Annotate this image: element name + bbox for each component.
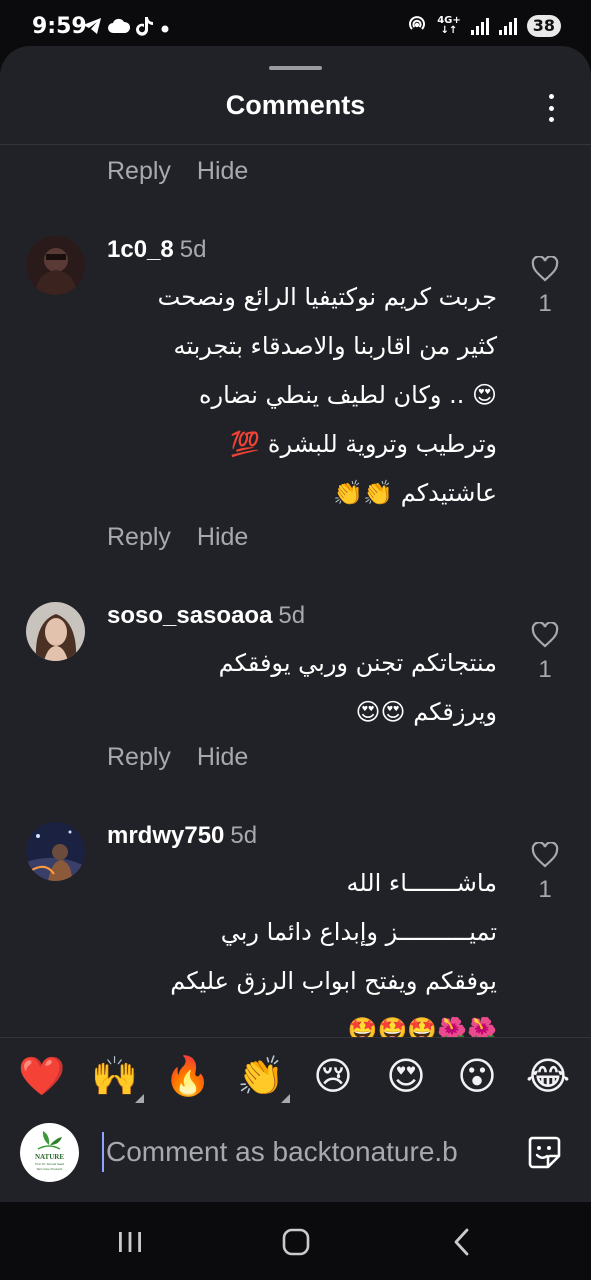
sticker-icon[interactable] — [526, 1134, 562, 1170]
back-icon[interactable] — [442, 1224, 482, 1260]
username[interactable]: soso_sasoaoa — [107, 602, 272, 629]
comments-list[interactable]: Reply Hide 1c0_8 5d جربت كريم نوكتيفيا ال… — [0, 145, 591, 1037]
like-count: 1 — [538, 876, 552, 903]
hotspot-icon — [407, 14, 427, 38]
like-count: 1 — [538, 656, 552, 683]
hide-button[interactable]: Hide — [197, 157, 248, 186]
comment-composer: NATURE Prof. Dr. Ahmed Saad Skin Care Pr… — [0, 1112, 591, 1202]
skin-tone-indicator — [281, 1094, 290, 1103]
brand-logo-text: NATURE — [34, 1153, 65, 1161]
skin-tone-indicator — [135, 1094, 144, 1103]
network-type: 4G+ ↓↑ — [437, 15, 461, 36]
comment-input[interactable] — [102, 1132, 512, 1172]
red-heart-emoji-button[interactable]: ❤️ — [17, 1051, 67, 1101]
hide-button[interactable]: Hide — [197, 743, 248, 772]
avatar[interactable] — [26, 602, 85, 661]
brand-subtext: Prof. Dr. Ahmed Saad — [34, 1162, 64, 1166]
comment-time: 5d — [278, 602, 306, 629]
avatar[interactable] — [26, 822, 85, 881]
clapping-emoji-button[interactable]: 👏 — [236, 1051, 290, 1103]
battery-badge: 38 — [526, 15, 561, 37]
comment-text: منتجاتكم تجنن وربي يوفقكم ويرزقكم 😍😍 — [218, 649, 497, 726]
surprised-emoji-button[interactable]: 😮 — [452, 1051, 502, 1101]
tiktok-icon — [136, 16, 154, 41]
crying-emoji-button[interactable]: 😢 — [308, 1051, 358, 1101]
cloud-icon — [108, 18, 131, 39]
sheet-title: Comments — [225, 90, 366, 120]
username[interactable]: mrdwy750 — [107, 822, 224, 849]
reply-button[interactable]: Reply — [107, 743, 171, 772]
comments-sheet: Comments Reply Hide 1c0_8 5d جربت كريم نو… — [0, 46, 591, 1202]
comment-text: جربت كريم نوكتيفيا الرائع ونصحت كثير من … — [157, 283, 497, 507]
fire-emoji-button[interactable]: 🔥 — [163, 1051, 213, 1101]
heart-icon[interactable] — [531, 842, 559, 868]
signal-icon — [470, 17, 489, 35]
system-nav-bar — [0, 1202, 591, 1280]
signal-icon-2 — [498, 17, 517, 35]
username[interactable]: 1c0_8 — [107, 236, 174, 263]
dot-icon — [160, 19, 170, 39]
drag-handle[interactable] — [269, 66, 322, 70]
home-icon[interactable] — [276, 1224, 316, 1260]
like-control[interactable]: 1 — [528, 622, 562, 684]
comment-time: 5d — [230, 822, 258, 849]
heart-icon[interactable] — [531, 256, 559, 282]
heart-icon[interactable] — [531, 622, 559, 648]
comment-time: 5d — [179, 236, 207, 263]
like-count: 1 — [538, 290, 552, 317]
brand-subtext-2: Skin Care Products — [36, 1167, 63, 1171]
laughing-emoji-button[interactable]: 😂 — [523, 1051, 573, 1101]
status-time: 9:59 — [32, 14, 87, 39]
raising-hands-emoji-button[interactable]: 🙌 — [90, 1051, 144, 1103]
comment-text: ماشـــــــاء الله تميــــــــــز وإبداع … — [170, 869, 497, 1037]
reply-button[interactable]: Reply — [107, 157, 171, 186]
emoji-reaction-bar: ❤️ 🙌 🔥 👏 😢 😍 😮 😂 — [0, 1051, 591, 1109]
brand-avatar: NATURE Prof. Dr. Ahmed Saad Skin Care Pr… — [20, 1123, 79, 1182]
hide-button[interactable]: Hide — [197, 523, 248, 552]
reply-button[interactable]: Reply — [107, 523, 171, 552]
recent-apps-icon[interactable] — [110, 1224, 150, 1260]
avatar[interactable] — [26, 236, 85, 295]
more-options-icon[interactable] — [541, 94, 561, 122]
heart-eyes-emoji-button[interactable]: 😍 — [381, 1051, 431, 1101]
like-control[interactable]: 1 — [528, 842, 562, 904]
telegram-icon — [82, 17, 102, 40]
emoji-divider — [0, 1037, 591, 1038]
like-control[interactable]: 1 — [528, 256, 562, 318]
previous-comment-actions: Reply Hide — [107, 157, 248, 186]
